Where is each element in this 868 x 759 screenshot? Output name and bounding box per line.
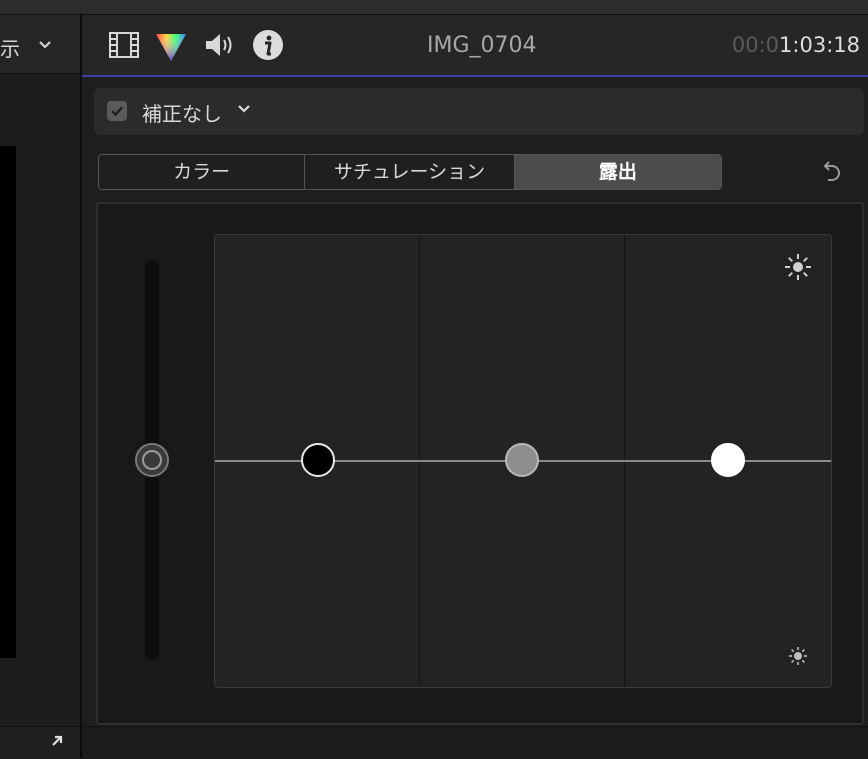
arrow-up-right-icon[interactable]	[50, 733, 64, 752]
timecode: 00:01:03:18	[732, 33, 860, 57]
left-panel-header[interactable]: 示	[0, 15, 80, 74]
tab-saturation[interactable]: サチュレーション	[304, 155, 514, 189]
correction-label: 補正なし	[142, 102, 222, 126]
sun-bright-icon	[784, 253, 812, 285]
chevron-down-icon[interactable]	[38, 35, 52, 54]
color-prism-icon[interactable]	[154, 31, 188, 67]
tab-color[interactable]: カラー	[99, 155, 305, 189]
shadows-puck[interactable]	[301, 443, 335, 477]
film-icon[interactable]	[108, 31, 140, 63]
inspector-footer	[82, 726, 868, 759]
sun-dim-icon	[788, 646, 808, 670]
highlights-puck[interactable]	[711, 443, 745, 477]
speaker-icon[interactable]	[203, 31, 237, 63]
timecode-leading: 00:0	[731, 33, 780, 57]
correction-enable-checkbox[interactable]	[107, 101, 127, 121]
tab-exposure[interactable]: 露出	[513, 155, 721, 189]
correction-selector[interactable]: 補正なし	[94, 88, 864, 135]
header-accent-line	[82, 75, 868, 77]
viewer-frame	[0, 146, 16, 658]
timecode-value: 1:03:18	[779, 33, 860, 57]
info-icon[interactable]	[252, 29, 284, 65]
clip-title: IMG_0704	[427, 33, 537, 58]
midtones-puck[interactable]	[505, 443, 539, 477]
color-board-tabs: カラー サチュレーション 露出	[98, 154, 722, 190]
left-panel-footer	[0, 726, 80, 759]
master-exposure-puck[interactable]	[135, 443, 169, 477]
chevron-down-icon[interactable]	[237, 99, 251, 118]
window-top-bar	[0, 0, 868, 15]
panel-divider[interactable]	[80, 15, 82, 758]
reset-icon[interactable]	[820, 160, 842, 188]
inspector-header: IMG_0704 00:01:03:18	[82, 15, 868, 77]
display-menu-label: 示	[0, 37, 20, 61]
